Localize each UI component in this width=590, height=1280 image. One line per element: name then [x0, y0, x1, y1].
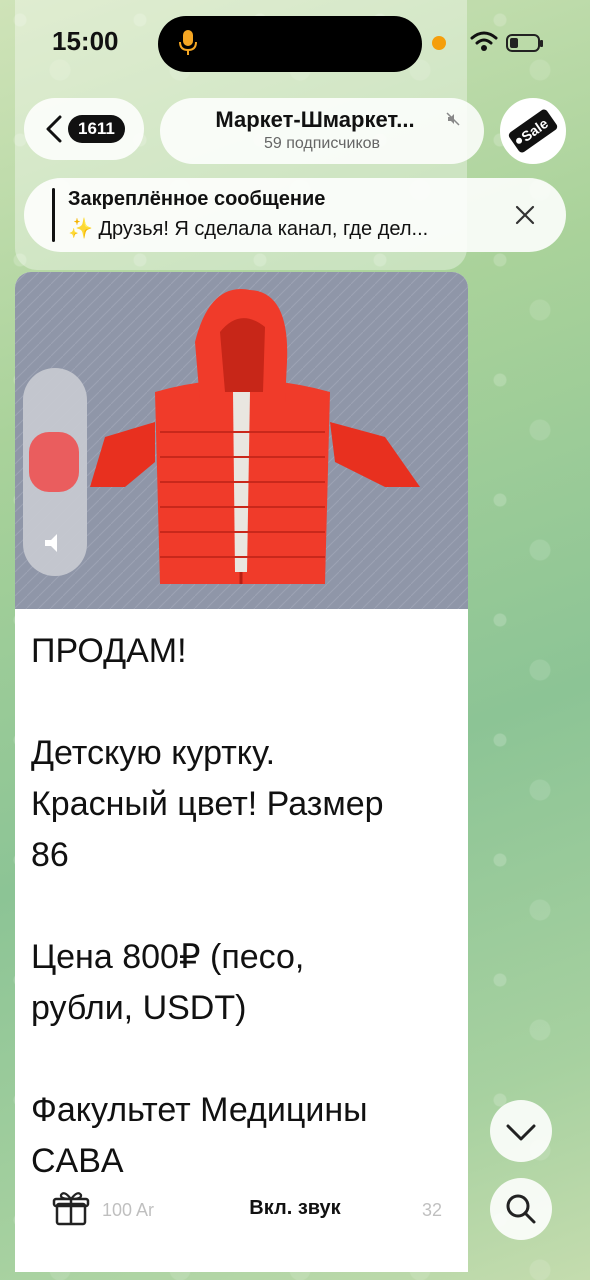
channel-title: Маркет-Шмаркет... — [215, 107, 415, 132]
battery-level — [510, 38, 518, 48]
message-line: рубли, USDT) — [31, 989, 247, 1027]
recording-indicator-icon — [432, 36, 446, 50]
battery-icon — [506, 34, 543, 52]
jacket-photo[interactable] — [15, 272, 468, 609]
ghost-footer-left: 100 Ar — [102, 1200, 155, 1220]
search-icon — [506, 1194, 536, 1224]
chevron-left-icon — [46, 115, 62, 143]
pinned-text: ✨ Друзья! Я сделала канал, где дел... — [68, 218, 429, 240]
microphone-icon — [179, 30, 197, 55]
message-line: ПРОДАМ! — [31, 632, 187, 670]
message-line: Детскую куртку. — [31, 734, 276, 772]
channel-title-button[interactable]: Маркет-Шмаркет... 59 подписчиков — [160, 98, 484, 164]
pinned-indicator — [52, 188, 55, 242]
video-volume-overlay[interactable] — [23, 368, 87, 576]
search-button[interactable] — [490, 1178, 552, 1240]
ghost-footer-right: 32 — [422, 1200, 443, 1220]
message-text: ПРОДАМ! Детскую куртку. Красный цвет! Ра… — [31, 626, 456, 1187]
wifi-icon — [470, 31, 498, 51]
sale-tag-icon: Sale — [502, 100, 564, 162]
message-line: Факультет Медицины — [31, 1091, 368, 1129]
chevron-down-icon — [506, 1124, 536, 1141]
subscriber-count: 59 подписчиков — [263, 135, 381, 152]
channel-avatar[interactable]: Sale — [500, 98, 566, 164]
message-line — [31, 881, 456, 932]
pinned-message-bar[interactable]: Закреплённое сообщение ✨ Друзья! Я сдела… — [24, 178, 566, 252]
close-icon[interactable] — [514, 204, 536, 226]
pinned-title: Закреплённое сообщение — [68, 188, 326, 210]
gift-icon — [52, 1192, 90, 1226]
muted-icon — [446, 112, 460, 126]
message-line: 86 — [31, 836, 69, 874]
back-button[interactable]: 1611 — [24, 98, 144, 160]
message-line: Красный цвет! Размер — [31, 785, 384, 823]
unread-count-badge: 1611 — [68, 115, 125, 143]
gift-button[interactable] — [40, 1178, 102, 1240]
enable-sound-button[interactable]: Вкл. звук — [172, 1178, 418, 1238]
message-line: Цена 800₽ (песо, — [31, 938, 305, 976]
status-bar: 15:00 — [0, 0, 590, 86]
scroll-down-button[interactable] — [490, 1100, 552, 1162]
message-line — [31, 677, 456, 728]
message-line — [31, 1034, 456, 1085]
message-bubble[interactable]: ПРОДАМ! Детскую куртку. Красный цвет! Ра… — [15, 272, 468, 1272]
status-time: 15:00 — [52, 26, 119, 56]
